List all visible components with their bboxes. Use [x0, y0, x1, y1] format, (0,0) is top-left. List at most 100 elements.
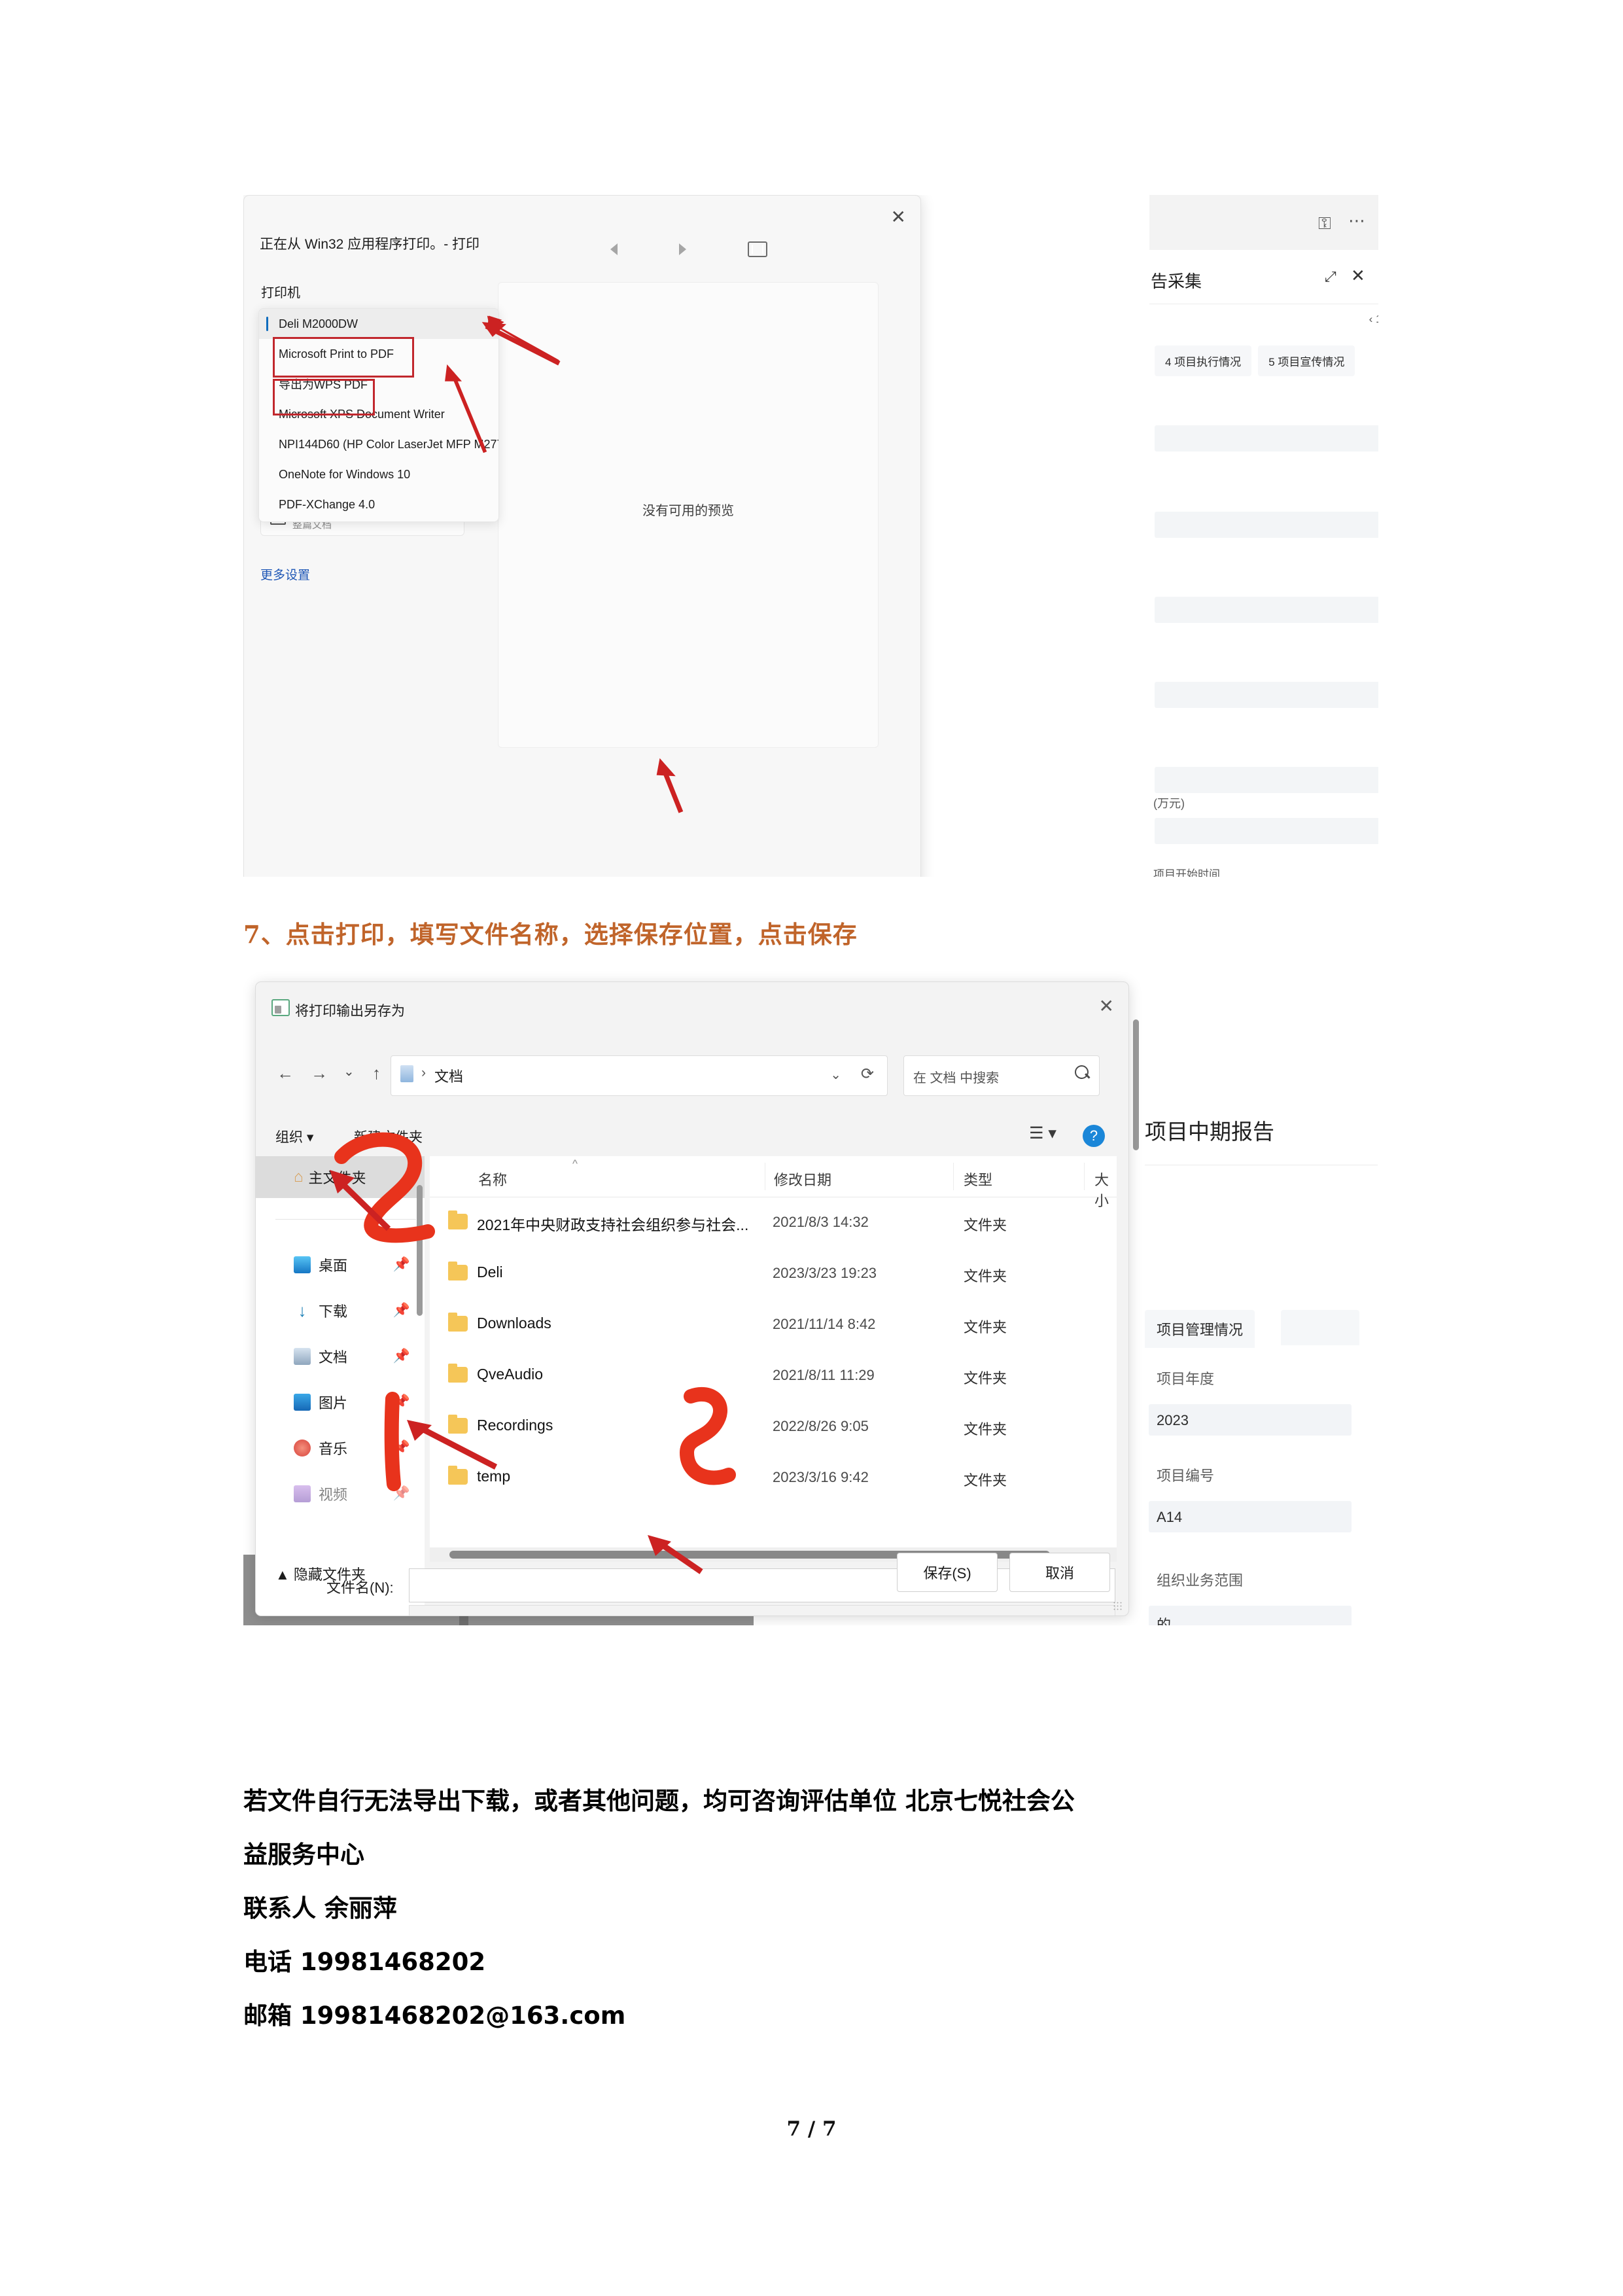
refresh-icon[interactable]: ⟳	[861, 1065, 874, 1084]
print-preview-pane: 没有可用的预览	[498, 282, 879, 748]
printer-option-deli[interactable]: Deli M2000DW	[259, 309, 498, 339]
file-name: temp	[477, 1468, 511, 1485]
preview-nav	[610, 241, 767, 257]
help-icon[interactable]: ?	[1083, 1125, 1105, 1147]
breadcrumb-bar[interactable]: › 文档 ⌄ ⟳	[391, 1055, 888, 1096]
save-dialog-commandbar: 组织 ▾ 新建文件夹 ☰ ▾ ?	[256, 1114, 1128, 1156]
pin-icon[interactable]: 📌	[393, 1440, 410, 1456]
breadcrumb-current[interactable]: 文档	[434, 1065, 463, 1086]
breadcrumb-separator: ›	[421, 1065, 426, 1080]
hide-folders-toggle[interactable]: ▲ 隐藏文件夹	[275, 1563, 366, 1584]
modal-pager[interactable]: ‹ 1/1 ›	[1369, 313, 1378, 326]
pin-icon[interactable]: 📌	[393, 1257, 410, 1273]
globe-icon: ⚿	[1318, 213, 1331, 233]
prev-page-icon[interactable]	[610, 243, 618, 255]
modal-skeleton-row	[1155, 425, 1378, 451]
folder-icon	[448, 1262, 468, 1280]
close-icon[interactable]: ✕	[1351, 266, 1365, 286]
organize-button[interactable]: 组织 ▾	[275, 1127, 313, 1146]
back-icon[interactable]: ←	[277, 1063, 294, 1084]
column-divider[interactable]	[1084, 1163, 1085, 1190]
file-modified: 2023/3/16 9:42	[773, 1469, 869, 1485]
background-label-project-year: 项目年度	[1157, 1371, 1215, 1387]
new-folder-button[interactable]: 新建文件夹	[354, 1127, 423, 1146]
desktop-icon	[294, 1256, 311, 1273]
filetype-select[interactable]: PDF 文档(*.pd ⌄	[409, 1605, 1115, 1616]
sidebar-item-pictures[interactable]: 图片 📌	[256, 1381, 425, 1423]
table-row[interactable]: 2021年中央财政支持社会组织参与社会... 2021/8/3 14:32 文件…	[430, 1197, 1117, 1248]
tab-project-promotion[interactable]: 5 项目宣传情况	[1258, 345, 1355, 376]
printer-option-hp-laserjet[interactable]: NPI144D60 (HP Color LaserJet MFP M277dw)	[259, 429, 498, 459]
column-divider[interactable]	[953, 1163, 954, 1190]
sidebar-item-documents[interactable]: 文档 📌	[256, 1335, 425, 1377]
background-field-business-scope[interactable]	[1149, 1606, 1352, 1625]
background-value-project-code: A14	[1157, 1509, 1183, 1525]
modal-skeleton-row	[1155, 682, 1378, 708]
search-box[interactable]: 在 文档 中搜索	[903, 1055, 1100, 1096]
search-input[interactable]: 在 文档 中搜索	[913, 1067, 999, 1086]
sort-ascending-icon: ^	[572, 1157, 578, 1170]
sidebar-item-videos[interactable]: 视频 📌	[256, 1473, 425, 1515]
forward-icon[interactable]: →	[311, 1063, 328, 1084]
expand-icon[interactable]: ⤢	[1325, 268, 1336, 285]
background-browser-toolbar: ⚿ ⋯	[1149, 195, 1378, 250]
background-scrollbar[interactable]	[1133, 1019, 1139, 1150]
column-header-name[interactable]: 名称	[478, 1169, 507, 1190]
save-dialog-title: 将打印输出另存为	[295, 1004, 405, 1019]
printer-option-pdfxchange[interactable]: PDF-XChange 4.0	[259, 489, 498, 520]
search-icon[interactable]	[1075, 1065, 1089, 1079]
note-line-3: 联系人 余丽萍	[243, 1894, 397, 1922]
fit-page-icon[interactable]	[748, 241, 767, 257]
table-row[interactable]: temp 2023/3/16 9:42 文件夹	[430, 1452, 1117, 1503]
cancel-button[interactable]: 取消	[1009, 1553, 1110, 1592]
up-icon[interactable]: ↑	[372, 1063, 381, 1084]
print-dialog-title: 正在从 Win32 应用程序打印。- 打印	[260, 237, 480, 252]
file-type: 文件夹	[964, 1370, 1007, 1386]
sidebar-item-desktop[interactable]: 桌面 📌	[256, 1244, 425, 1286]
modal-skeleton-row	[1155, 767, 1378, 793]
table-row[interactable]: Recordings 2022/8/26 9:05 文件夹	[430, 1401, 1117, 1452]
pin-icon[interactable]: 📌	[393, 1349, 410, 1364]
navigation-sidebar: ⌂ 主文件夹 桌面 📌 ↓ 下载 📌 文档 📌 图片 📌 音乐 📌 视频 📌	[256, 1156, 425, 1616]
printer-option-onenote[interactable]: OneNote for Windows 10	[259, 459, 498, 489]
background-page-title: 项目中期报告	[1145, 1120, 1274, 1144]
resize-grip[interactable]	[1113, 1601, 1122, 1610]
more-settings-link[interactable]: 更多设置	[260, 565, 310, 583]
table-row[interactable]: QveAudio 2021/8/11 11:29 文件夹	[430, 1350, 1117, 1401]
background-tab-project-management[interactable]: 项目管理情况	[1145, 1310, 1255, 1348]
next-page-icon[interactable]	[679, 243, 686, 255]
pin-icon[interactable]: 📌	[393, 1486, 410, 1502]
more-options-icon[interactable]: ⋯	[1348, 212, 1367, 229]
sidebar-item-home[interactable]: ⌂ 主文件夹	[256, 1156, 425, 1198]
folder-icon	[400, 1065, 413, 1082]
recent-locations-icon[interactable]: ⌄	[343, 1063, 355, 1080]
table-row[interactable]: Downloads 2021/11/14 8:42 文件夹	[430, 1299, 1117, 1350]
close-icon[interactable]: ✕	[1099, 995, 1114, 1017]
background-tab-next[interactable]	[1281, 1310, 1359, 1345]
background-value-project-year: 2023	[1157, 1412, 1189, 1428]
table-row[interactable]: Deli 2023/3/23 19:23 文件夹	[430, 1248, 1117, 1299]
close-icon[interactable]: ✕	[891, 206, 906, 228]
preview-empty-text: 没有可用的预览	[642, 504, 734, 518]
chevron-down-icon[interactable]: ⌄	[830, 1067, 841, 1083]
screenshot-print-dialog: ⚿ ⋯ ↕ 成立时间 ↕ 通讯地址 1901-01-23 甘肃省临夏州临木厂路临…	[243, 195, 1378, 877]
file-modified: 2023/3/23 19:23	[773, 1265, 877, 1281]
column-header-modified[interactable]: 修改日期	[774, 1169, 831, 1190]
sidebar-item-music-label: 音乐	[319, 1441, 348, 1457]
pin-icon[interactable]: 📌	[393, 1394, 410, 1410]
chevron-down-icon[interactable]: ⌄	[1096, 1614, 1107, 1616]
pin-icon[interactable]: 📌	[393, 1303, 410, 1318]
modal-skeleton-row	[1155, 597, 1378, 623]
folder-icon	[448, 1415, 468, 1434]
column-header-type[interactable]: 类型	[964, 1169, 992, 1190]
sidebar-item-downloads[interactable]: ↓ 下载 📌	[256, 1290, 425, 1332]
file-type: 文件夹	[964, 1319, 1007, 1335]
sidebar-item-music[interactable]: 音乐 📌	[256, 1427, 425, 1469]
save-button[interactable]: 保存(S)	[897, 1553, 998, 1592]
file-name: 2021年中央财政支持社会组织参与社会...	[477, 1216, 749, 1233]
file-type: 文件夹	[964, 1268, 1007, 1284]
view-options-icon[interactable]: ☰ ▾	[1029, 1123, 1056, 1143]
file-name: QveAudio	[477, 1366, 544, 1383]
sidebar-scrollbar[interactable]	[417, 1185, 423, 1316]
tab-project-execution[interactable]: 4 项目执行情况	[1155, 345, 1252, 376]
